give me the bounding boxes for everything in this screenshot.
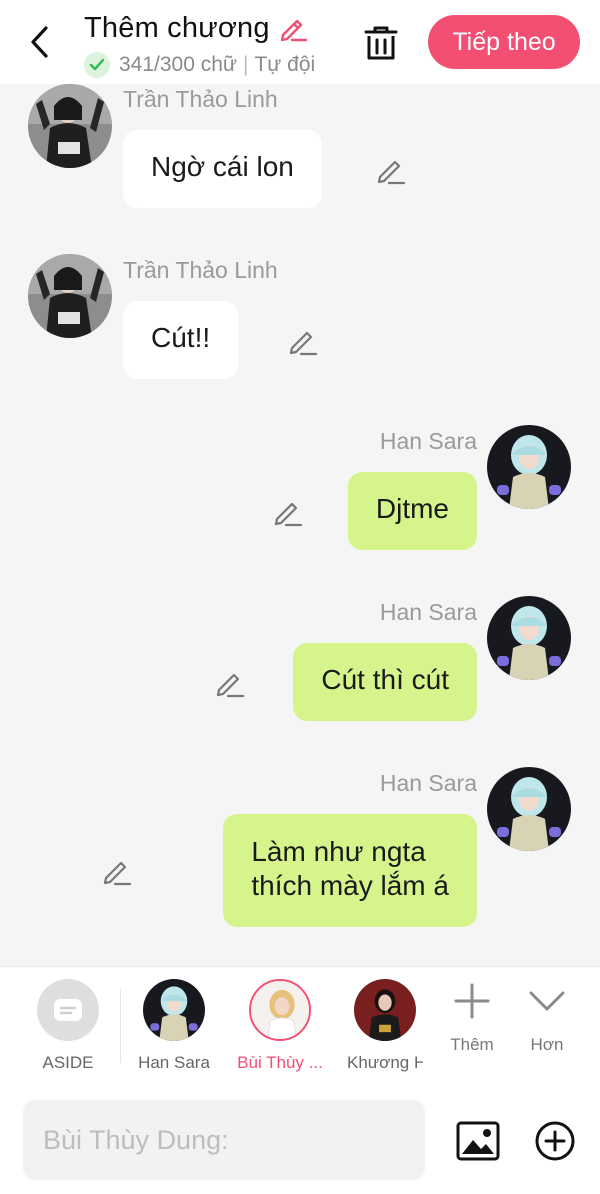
character-bui-thuy-dung[interactable]: Bùi Thùy ... [235, 979, 325, 1073]
divider [120, 989, 121, 1063]
sender-name: Trần Thảo Linh [123, 86, 278, 112]
add-circle-icon[interactable] [532, 1118, 578, 1164]
avatar [354, 979, 416, 1041]
plus-icon [454, 983, 490, 1019]
back-arrow-icon[interactable] [22, 22, 58, 62]
expand-button[interactable]: Hơn [512, 981, 582, 1055]
edit-message-pencil-icon[interactable] [287, 325, 319, 357]
character-khuong[interactable]: Khương H [340, 979, 430, 1073]
sender-name: Han Sara [379, 428, 477, 454]
status-label: Tự đội [254, 53, 316, 76]
character-selector-bar: ASIDE Han Sara Bùi Thùy ... Khương H Thê… [0, 966, 600, 1090]
message-input[interactable] [23, 1100, 425, 1180]
edit-message-pencil-icon[interactable] [101, 855, 133, 887]
aside-icon [37, 979, 99, 1041]
avatar[interactable] [28, 84, 112, 168]
character-label: Han Sara [138, 1053, 210, 1072]
edit-message-pencil-icon[interactable] [272, 496, 304, 528]
message-bubble[interactable]: Làm như ngta thích mày lắm á [223, 814, 477, 927]
character-label: Bùi Thùy ... [237, 1053, 323, 1072]
sender-name: Trần Thảo Linh [123, 257, 278, 283]
next-button[interactable]: Tiếp theo [428, 15, 580, 69]
avatar[interactable] [487, 767, 571, 851]
message-bubble[interactable]: Ngờ cái lon [123, 130, 322, 208]
edit-message-pencil-icon[interactable] [214, 667, 246, 699]
avatar [143, 979, 205, 1041]
message-line: thích mày lắm á [251, 870, 449, 901]
expand-label: Hơn [530, 1035, 564, 1054]
character-han-sara[interactable]: Han Sara [129, 979, 219, 1073]
word-count: 341/300 chữ [119, 53, 237, 76]
add-label: Thêm [450, 1035, 494, 1054]
chapter-title-block: Thêm chương 341/300 chữ | Tự đội [84, 10, 315, 80]
character-label: Khương H [347, 1053, 423, 1072]
separator: | [242, 53, 249, 76]
sender-name: Han Sara [379, 599, 477, 625]
message-line: Làm như ngta [251, 836, 426, 867]
message-bubble[interactable]: Cút!! [123, 301, 239, 379]
aside-option[interactable]: ASIDE [23, 979, 113, 1073]
top-bar: Thêm chương 341/300 chữ | Tự đội Tiếp th… [0, 0, 600, 84]
page-title: Thêm chương [84, 11, 270, 44]
sender-name: Han Sara [379, 770, 477, 796]
aside-label: ASIDE [42, 1053, 94, 1072]
chevron-down-icon [529, 991, 565, 1011]
avatar[interactable] [487, 596, 571, 680]
trash-icon[interactable] [360, 22, 402, 64]
avatar[interactable] [28, 254, 112, 338]
avatar[interactable] [487, 425, 571, 509]
image-icon[interactable] [455, 1118, 501, 1164]
check-icon [84, 52, 110, 78]
avatar [249, 979, 311, 1041]
edit-message-pencil-icon[interactable] [375, 154, 407, 186]
add-character-button[interactable]: Thêm [437, 981, 507, 1055]
composer-bar [0, 1088, 600, 1194]
message-bubble[interactable]: Cút thì cút [293, 643, 477, 721]
edit-title-pencil-icon[interactable] [278, 13, 308, 43]
message-bubble[interactable]: Djtme [347, 472, 477, 550]
